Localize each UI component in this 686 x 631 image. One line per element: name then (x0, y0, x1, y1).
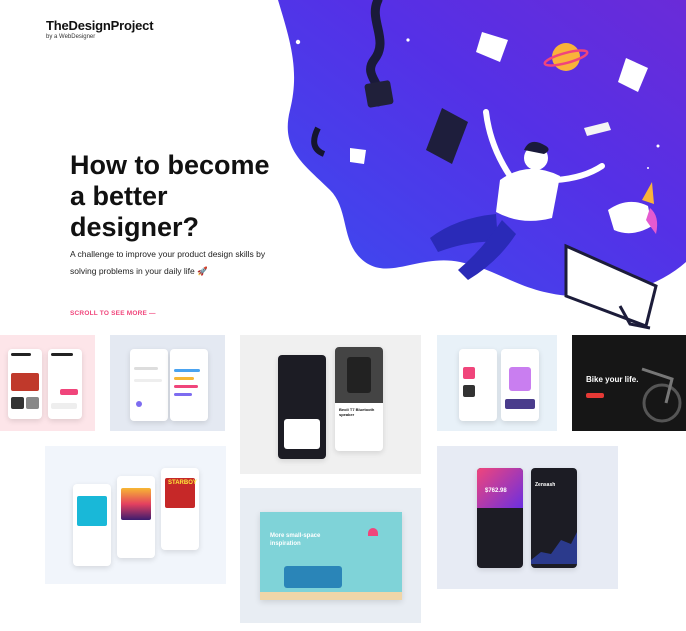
title-line-2: a better (70, 181, 168, 211)
gallery-card-news-app[interactable] (0, 335, 95, 431)
phone-mockup (501, 349, 539, 421)
phone-mockup: $762.98 (477, 468, 523, 568)
scroll-link[interactable]: SCROLL TO SEE MORE — (70, 310, 156, 317)
album-cover-text: STARBOY (168, 480, 197, 486)
crypto-brand: Zensash (535, 482, 556, 488)
phone-mockup (459, 349, 497, 421)
phone-mockup: Beoli T7 Bluetooth speaker (335, 347, 383, 451)
phone-mockup (170, 349, 208, 421)
phone-mockup (48, 349, 82, 419)
phone-mockup (130, 349, 168, 421)
phone-mockup (278, 355, 326, 459)
phone-mockup: Zensash (531, 468, 577, 568)
gallery-card-speaker-app[interactable]: Beoli T7 Bluetooth speaker (240, 335, 421, 474)
crypto-amount: $762.98 (485, 488, 507, 494)
gallery-card-magazine-app[interactable] (437, 335, 557, 431)
phone-mockup (73, 484, 111, 566)
bike-image (641, 367, 682, 423)
phone-mockup (117, 476, 155, 558)
phone-mockup: STARBOY (161, 468, 199, 550)
speaker-title: Beoli T7 Bluetooth speaker (339, 407, 375, 417)
title-line-3: designer? (70, 212, 200, 242)
hero-subtitle: A challenge to improve your product desi… (70, 249, 266, 276)
gallery-card-crypto-app[interactable]: $762.98 Zensash (437, 446, 618, 589)
hero-illustration (278, 0, 686, 330)
phone-mockup (8, 349, 42, 419)
gallery-card-fitness-app[interactable] (110, 335, 225, 431)
sofa-headline: More small-space inspiration (270, 533, 321, 547)
gallery-card-bike-website[interactable]: Bike your life. (572, 335, 686, 431)
brand-logo[interactable]: TheDesignProject (46, 18, 154, 33)
title-line-1: How to become (70, 150, 270, 180)
page-title: How to become a better designer? (70, 150, 270, 243)
gallery-card-music-app[interactable]: STARBOY (45, 446, 226, 584)
bike-headline: Bike your life. (586, 375, 639, 384)
brand-tagline: by a WebDesigner (46, 34, 96, 40)
gallery-card-sofa-website[interactable]: More small-space inspiration (240, 488, 421, 623)
